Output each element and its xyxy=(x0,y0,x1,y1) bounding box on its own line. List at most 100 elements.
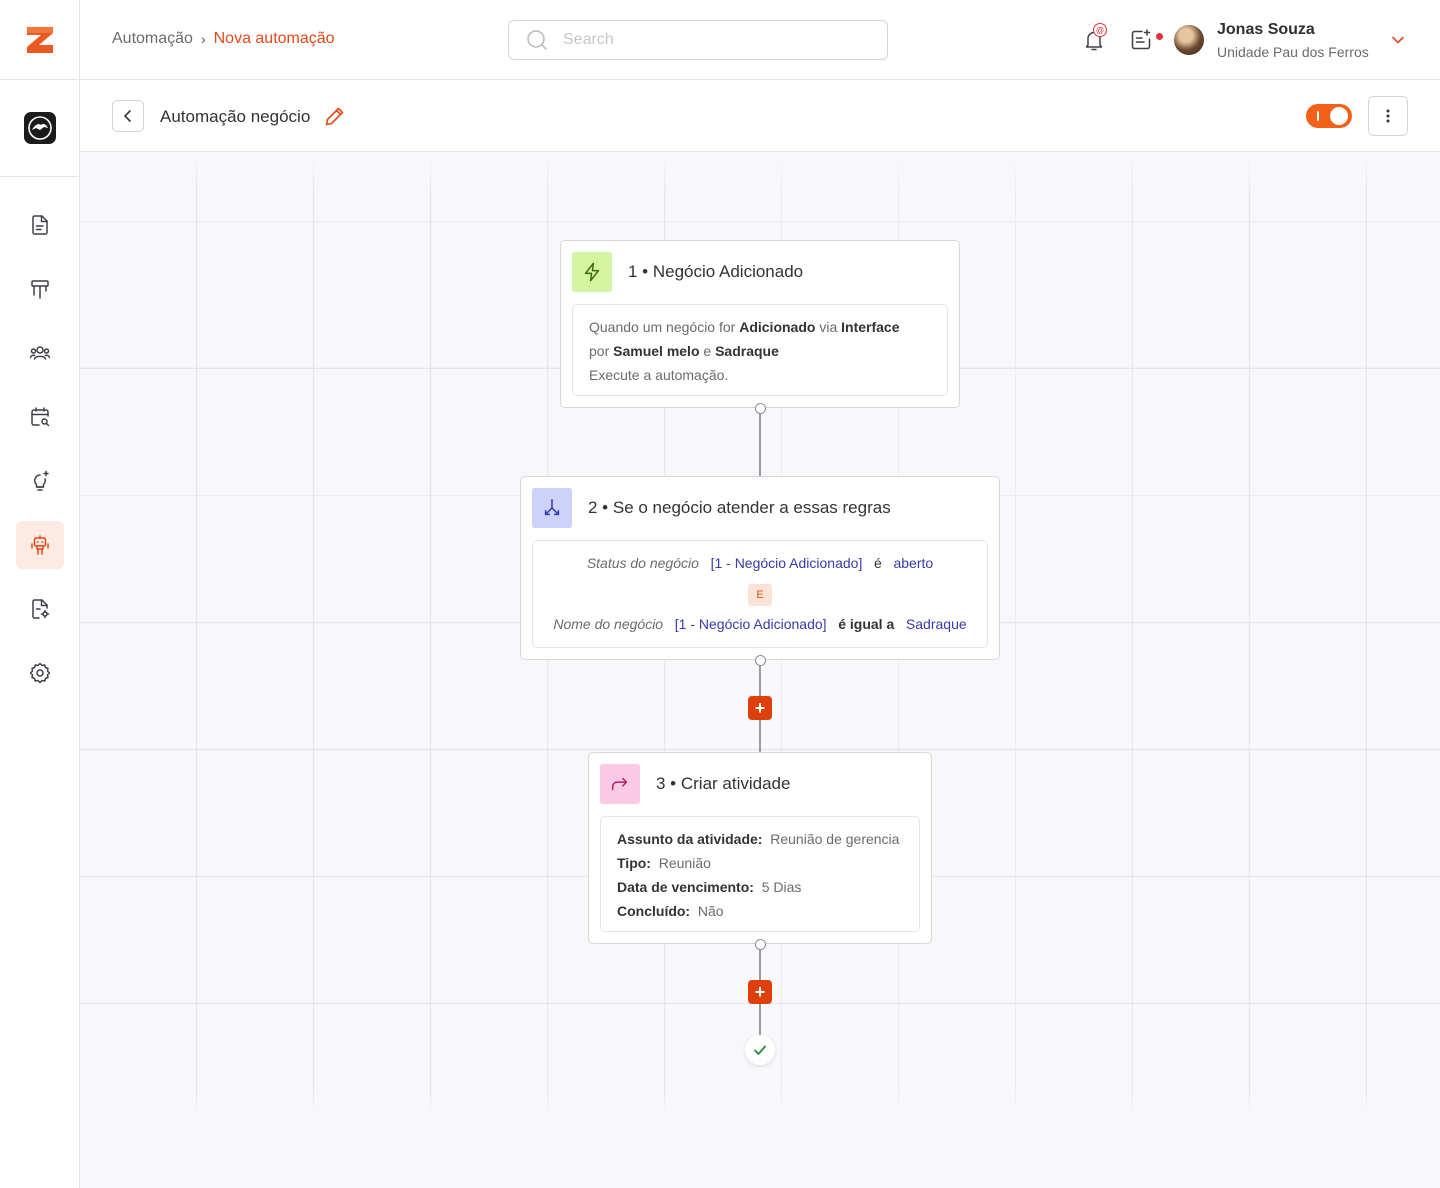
sidebar-item-pipeline[interactable] xyxy=(16,265,64,313)
user-unit: Unidade Pau dos Ferros xyxy=(1217,44,1369,60)
trigger-source: Interface xyxy=(841,319,900,335)
calendar-search-icon xyxy=(31,407,50,427)
chevron-left-icon xyxy=(124,110,131,122)
trigger-details: Quando um negócio for Adicionado via Int… xyxy=(572,304,948,396)
lightbulb-icon xyxy=(34,470,49,491)
sidebar-item-calendar[interactable] xyxy=(16,393,64,441)
rule-reference: [1 - Negócio Adicionado] xyxy=(710,555,863,571)
rule-joiner-row: E xyxy=(533,581,987,606)
condition-title: 2 • Se o negócio atender a essas regras xyxy=(588,498,891,517)
sidebar-item-insights[interactable] xyxy=(16,457,64,505)
report-settings-icon xyxy=(32,599,50,619)
rule-field: Status do negócio xyxy=(586,555,699,571)
connector-node[interactable] xyxy=(755,403,766,414)
action-card-header: 3 • Criar atividade xyxy=(600,764,790,804)
trigger-user: Sadraque xyxy=(715,343,779,359)
breadcrumb: Automação › Nova automação xyxy=(112,30,335,48)
mention-badge-icon: @ xyxy=(1093,23,1107,37)
field-label: Concluído: xyxy=(617,903,691,919)
trigger-line-2: por Samuel melo e Sadraque xyxy=(589,339,931,363)
sidebar-item-automation[interactable] xyxy=(16,521,64,569)
action-icon-box xyxy=(600,764,640,804)
gear-icon xyxy=(29,662,51,684)
add-step-button[interactable]: + xyxy=(748,980,772,1004)
text: via xyxy=(815,319,842,335)
sidebar-divider xyxy=(0,79,80,80)
text: Quando um negócio for xyxy=(589,319,740,335)
pencil-icon xyxy=(325,107,344,126)
rule-value: Sadraque xyxy=(905,616,967,632)
automation-header: Automação negócio xyxy=(80,80,1440,152)
user-menu-toggle[interactable] xyxy=(1388,30,1408,55)
field-label: Tipo: xyxy=(617,855,651,871)
trigger-card-header: 1 • Negócio Adicionado xyxy=(572,252,803,292)
action-field-due: Data de vencimento: 5 Dias xyxy=(617,875,903,899)
action-card[interactable]: 3 • Criar atividade Assunto da atividade… xyxy=(588,752,932,944)
more-vertical-icon xyxy=(1386,109,1390,123)
sidebar-divider xyxy=(0,176,80,177)
company-badge[interactable] xyxy=(24,112,56,144)
sidebar-item-contacts[interactable] xyxy=(16,329,64,377)
avatar[interactable] xyxy=(1174,25,1204,55)
text: e xyxy=(699,343,716,359)
rule-field: Nome do negócio xyxy=(553,616,664,632)
connector-node[interactable] xyxy=(755,939,766,950)
connector-node[interactable] xyxy=(755,655,766,666)
unread-dot-icon xyxy=(1156,33,1163,40)
breadcrumb-current: Nova automação xyxy=(213,30,335,47)
top-bar: Automação › Nova automação @ Jonas Souza… xyxy=(80,0,1440,80)
action-title: 3 • Criar atividade xyxy=(656,774,791,793)
app-logo[interactable] xyxy=(20,20,60,60)
user-name[interactable]: Jonas Souza xyxy=(1217,21,1315,39)
text: por xyxy=(589,343,614,359)
z-logo-icon xyxy=(27,27,53,53)
field-value: 5 Dias xyxy=(761,879,802,895)
rule-row: Status do negócio [1 - Negócio Adicionad… xyxy=(533,551,987,575)
contacts-icon xyxy=(29,346,51,360)
rule-operator: é xyxy=(874,555,882,571)
document-icon xyxy=(32,215,48,235)
trigger-event: Adicionado xyxy=(739,319,816,335)
search-box xyxy=(508,20,888,60)
back-button[interactable] xyxy=(112,100,144,132)
condition-card[interactable]: 2 • Se o negócio atender a essas regras … xyxy=(520,476,1000,660)
page-title: Automação negócio xyxy=(160,107,311,126)
trigger-icon-box xyxy=(572,252,612,292)
trigger-line-1: Quando um negócio for Adicionado via Int… xyxy=(589,315,931,339)
search-icon xyxy=(527,30,547,50)
trigger-card[interactable]: 1 • Negócio Adicionado Quando um negócio… xyxy=(560,240,960,408)
rule-reference: [1 - Negócio Adicionado] xyxy=(674,616,827,632)
company-logo-icon xyxy=(28,116,52,140)
field-label: Assunto da atividade: xyxy=(617,831,763,847)
robot-icon xyxy=(31,535,49,555)
edit-title-button[interactable] xyxy=(323,104,347,133)
condition-icon-box xyxy=(532,488,572,528)
sidebar-item-settings[interactable] xyxy=(16,649,64,697)
more-options-button[interactable] xyxy=(1368,96,1408,136)
breadcrumb-root-link[interactable]: Automação xyxy=(112,30,193,48)
field-value: Reunião xyxy=(658,855,711,871)
rule-operator: é igual a xyxy=(838,616,895,632)
toggle-knob xyxy=(1330,107,1348,125)
field-label: Data de vencimento: xyxy=(617,879,754,895)
condition-rules: Status do negócio [1 - Negócio Adicionad… xyxy=(532,540,988,648)
forward-arrow-icon xyxy=(611,777,628,791)
action-field-type: Tipo: Reunião xyxy=(617,851,903,875)
trigger-user: Samuel melo xyxy=(613,343,700,359)
automation-active-toggle[interactable] xyxy=(1306,104,1352,128)
add-step-button[interactable]: + xyxy=(748,696,772,720)
tasks-button[interactable] xyxy=(1127,26,1155,54)
connector-line xyxy=(759,410,761,477)
search-input[interactable] xyxy=(563,31,843,49)
toggle-on-mark xyxy=(1317,111,1319,121)
chevron-down-icon xyxy=(1392,36,1404,44)
flow-end-marker xyxy=(745,1035,775,1065)
sidebar-item-documents[interactable] xyxy=(16,201,64,249)
trigger-line-3: Execute a automação. xyxy=(589,367,729,383)
action-field-done: Concluído: Não xyxy=(617,899,903,923)
pipeline-icon xyxy=(31,280,49,299)
action-details: Assunto da atividade: Reunião de gerenci… xyxy=(600,816,920,932)
sidebar xyxy=(0,0,80,1188)
sidebar-item-reports[interactable] xyxy=(16,585,64,633)
check-icon xyxy=(754,1045,766,1055)
